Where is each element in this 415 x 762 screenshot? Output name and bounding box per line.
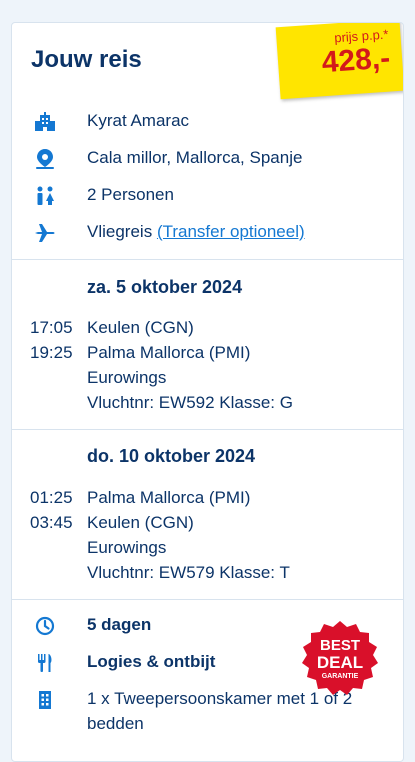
location-pin-icon [34,148,56,170]
hotel-building-icon [34,111,56,133]
divider [12,259,403,260]
badge-deal: DEAL [317,653,363,672]
trip-summary-card: Jouw reis prijs p.p.* 428,- Kyrat Amarac [11,22,404,762]
duration-text: 5 dagen [87,615,152,634]
travel-type-label: Vliegreis [87,222,153,241]
location-text: Cala millor, Mallorca, Spanje [87,148,303,167]
divider [12,429,403,430]
persons-icon [34,185,56,207]
travel-type-row: Vliegreis (Transfer optioneel) [12,220,403,244]
badge-best: BEST [320,637,360,654]
return-airline: Eurowings [87,538,167,557]
divider [12,599,403,600]
airplane-icon [34,222,56,244]
return-arrival-time: 03:45 [30,513,73,532]
hotel-row: Kyrat Amarac [12,109,403,133]
card-title: Jouw reis [31,46,142,73]
best-deal-badge: BEST DEAL GARANTIE [300,619,380,699]
cutlery-icon [34,652,56,674]
timer-icon [34,615,56,637]
price-tag: prijs p.p.* 428,- [275,23,403,100]
badge-garantie: GARANTIE [322,673,359,680]
outbound-flight-info: Vluchtnr: EW592 Klasse: G [87,393,293,412]
room-text-line2: bedden [87,714,144,733]
outbound-airline: Eurowings [87,368,167,387]
return-arrival-airport: Keulen (CGN) [87,513,194,532]
persons-text: 2 Personen [87,185,174,204]
outbound-arrival-time: 19:25 [30,343,73,362]
return-departure-airport: Palma Mallorca (PMI) [87,488,251,507]
persons-row: 2 Personen [12,183,403,207]
outbound-arrival-airport: Palma Mallorca (PMI) [87,343,251,362]
hotel-name: Kyrat Amarac [87,111,190,130]
price-value: 428,- [320,41,392,80]
location-row: Cala millor, Mallorca, Spanje [12,146,403,170]
return-departure-time: 01:25 [30,488,73,507]
room-building-icon [34,689,56,711]
outbound-date: za. 5 oktober 2024 [87,277,243,297]
board-text: Logies & ontbijt [87,652,216,671]
return-flight-info: Vluchtnr: EW579 Klasse: T [87,563,290,582]
outbound-departure-time: 17:05 [30,318,73,337]
return-date: do. 10 oktober 2024 [87,446,256,466]
travel-type-text: Vliegreis (Transfer optioneel) [87,222,305,242]
transfer-optional-link[interactable]: (Transfer optioneel) [157,222,305,241]
outbound-departure-airport: Keulen (CGN) [87,318,194,337]
